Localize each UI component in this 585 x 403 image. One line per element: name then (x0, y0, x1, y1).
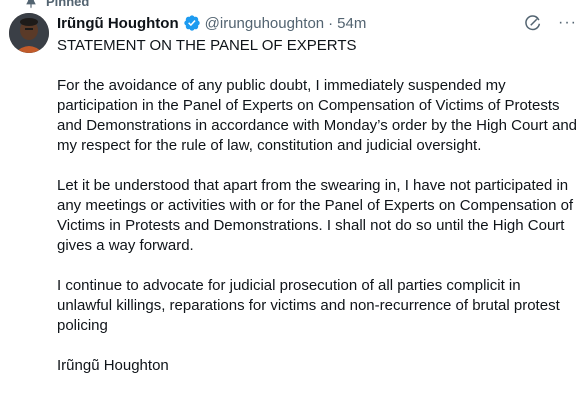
post-title: STATEMENT ON THE PANEL OF EXPERTS (57, 37, 357, 54)
post-body: STATEMENT ON THE PANEL OF EXPERTS For th… (57, 36, 577, 396)
post-timestamp[interactable]: 54m (337, 15, 366, 32)
author-name[interactable]: Irũngũ Houghton (57, 15, 179, 32)
header-actions: ··· (524, 14, 577, 32)
more-icon[interactable]: ··· (558, 14, 577, 32)
avatar[interactable] (9, 13, 49, 53)
post-header: Irũngũ Houghton @irunguhoughton · 54m (57, 14, 366, 32)
author-handle[interactable]: @irunguhoughton (205, 15, 325, 32)
post-paragraph-3: I continue to advocate for judicial pros… (57, 277, 560, 334)
verified-badge-icon[interactable] (183, 14, 201, 32)
post-signature: Irũngũ Houghton (57, 357, 169, 374)
post-paragraph-2: Let it be understood that apart from the… (57, 177, 574, 254)
grok-icon[interactable] (524, 14, 542, 32)
pin-icon (24, 0, 38, 9)
pinned-label: Pinned (46, 0, 90, 9)
pinned-indicator: Pinned (24, 0, 89, 9)
separator-dot: · (328, 14, 334, 32)
post-paragraph-1: For the avoidance of any public doubt, I… (57, 77, 578, 154)
